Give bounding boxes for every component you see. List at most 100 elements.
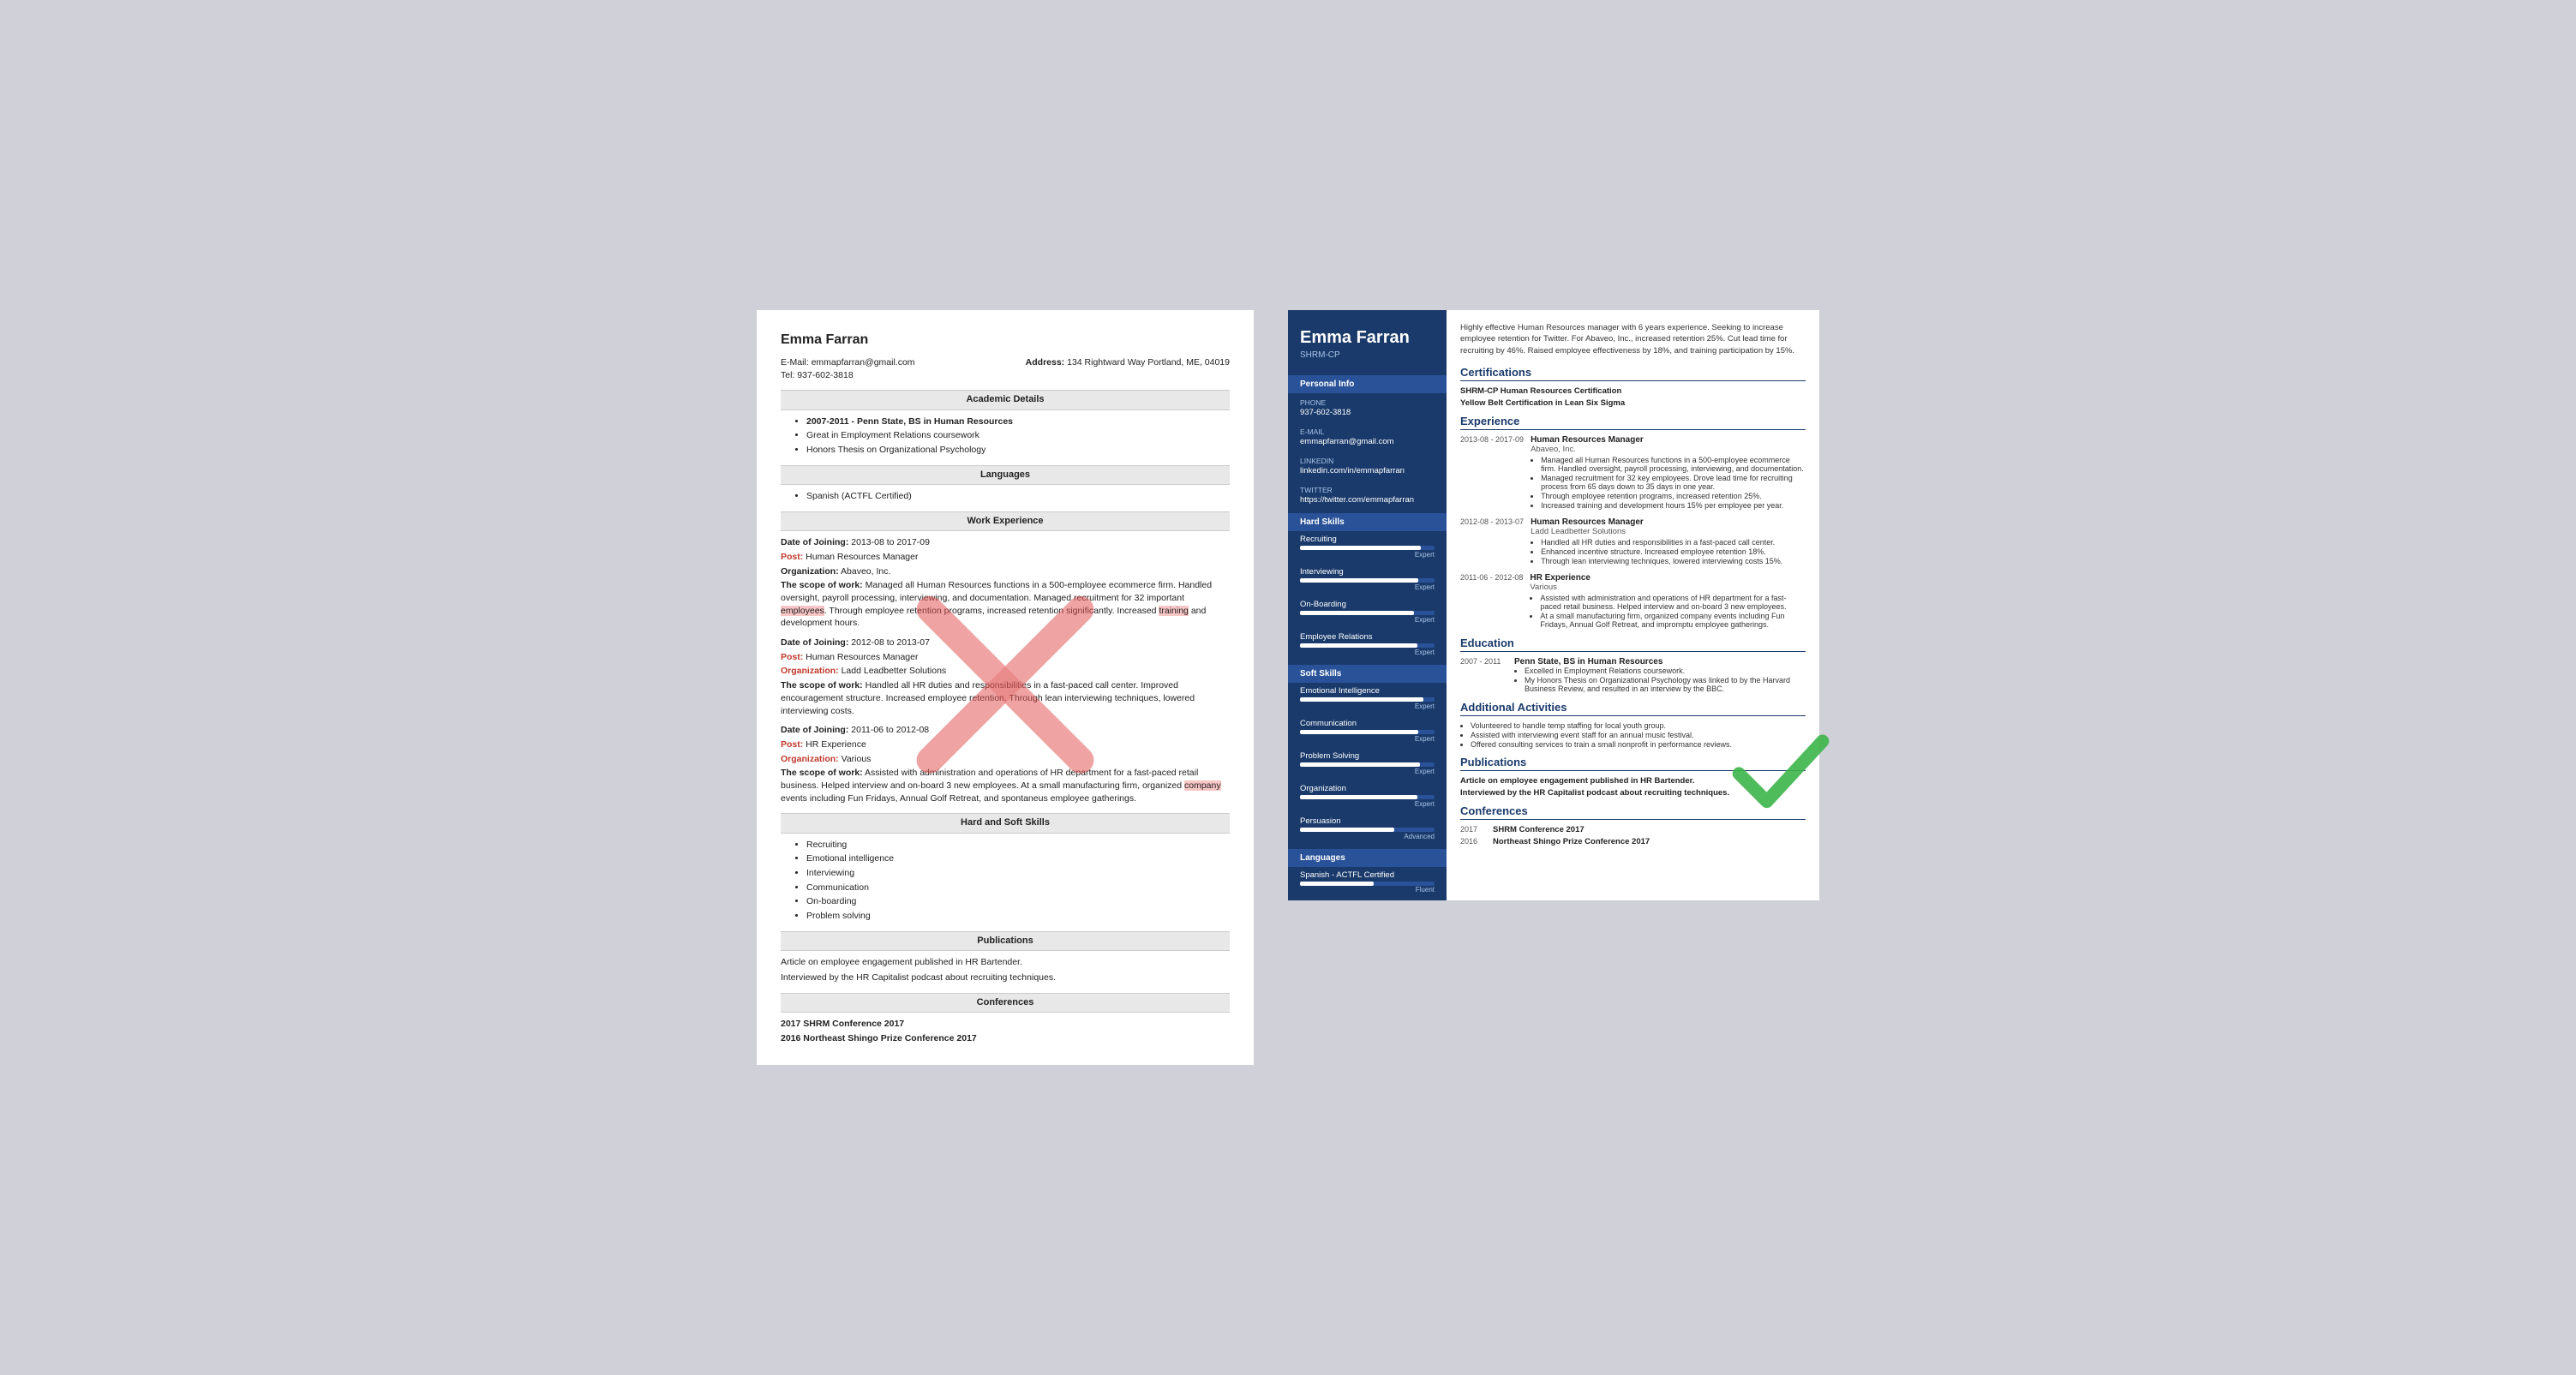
exp-org-1: Ladd Leadbetter Solutions bbox=[1531, 527, 1806, 536]
skill-employee-relations: Employee Relations Expert bbox=[1288, 629, 1447, 661]
exp-date-1: 2012-08 - 2013-07 bbox=[1460, 517, 1524, 566]
work-scope-1: The scope of work: Handled all HR duties… bbox=[781, 679, 1230, 717]
language-item-0: Spanish (ACTFL Certified) bbox=[806, 490, 1230, 503]
conf-0: 2017 SHRM Conference 2017 bbox=[781, 1018, 1230, 1031]
academic-item-2: Honors Thesis on Organizational Psycholo… bbox=[806, 444, 1230, 457]
conf-entry-1: 2016 Northeast Shingo Prize Conference 2… bbox=[1460, 837, 1806, 846]
right-name-section: Emma Farran SHRM-CP bbox=[1288, 310, 1447, 372]
skill-1: Emotional intelligence bbox=[806, 852, 1230, 865]
exp-bullet-0-2: Through employee retention programs, inc… bbox=[1541, 492, 1806, 500]
left-name-block: Emma Farran bbox=[781, 331, 1230, 350]
skill-emotional-intel: Emotional Intelligence Expert bbox=[1288, 683, 1447, 715]
twitter-block: Twitter https://twitter.com/emmapfarran bbox=[1288, 481, 1447, 510]
exp-detail-0: Human Resources Manager Abaveo, Inc. Man… bbox=[1531, 435, 1806, 511]
address-val: 134 Rightward Way Portland, ME, 04019 bbox=[1067, 357, 1230, 368]
exp-date-0: 2013-08 - 2017-09 bbox=[1460, 435, 1524, 511]
right-pub-0: Article on employee engagement published… bbox=[1460, 776, 1806, 786]
exp-bullet-0-0: Managed all Human Resources functions in… bbox=[1541, 456, 1806, 473]
work-entry-1: Date of Joining: 2012-08 to 2013-07 Post… bbox=[781, 637, 1230, 717]
skill-organization: Organization Expert bbox=[1288, 780, 1447, 813]
resume-right: Emma Farran SHRM-CP Personal Info Phone … bbox=[1288, 310, 1819, 900]
exp-date-2: 2011-06 - 2012-08 bbox=[1460, 573, 1523, 630]
skill-0: Recruiting bbox=[806, 839, 1230, 852]
exp-bullet-1-0: Handled all HR duties and responsibiliti… bbox=[1541, 538, 1806, 547]
tel-label: Tel: bbox=[781, 370, 794, 380]
academic-item-0: 2007-2011 - Penn State, BS in Human Reso… bbox=[806, 415, 1230, 428]
address-label: Address: bbox=[1026, 357, 1065, 368]
academic-header: Academic Details bbox=[781, 390, 1230, 410]
skill-persuasion: Persuasion Advanced bbox=[1288, 813, 1447, 846]
languages-list: Spanish (ACTFL Certified) bbox=[806, 490, 1230, 503]
exp-bullet-2-1: At a small manufacturing firm, organized… bbox=[1540, 612, 1806, 629]
skill-onboarding: On-Boarding Expert bbox=[1288, 596, 1447, 629]
conf-name-1: Northeast Shingo Prize Conference 2017 bbox=[1493, 837, 1650, 846]
work-scope-0: The scope of work: Managed all Human Res… bbox=[781, 579, 1230, 630]
skill-2: Interviewing bbox=[806, 867, 1230, 880]
education-title: Education bbox=[1460, 637, 1806, 652]
right-publications-title: Publications bbox=[1460, 756, 1806, 771]
exp-bullet-0-1: Managed recruitment for 32 key employees… bbox=[1541, 474, 1806, 491]
work-scope-2: The scope of work: Assisted with adminis… bbox=[781, 767, 1230, 804]
work-date-1: Date of Joining: 2012-08 to 2013-07 bbox=[781, 637, 1230, 649]
work-post-1: Post: Human Resources Manager bbox=[781, 651, 1230, 664]
conf-year-0: 2017 bbox=[1460, 825, 1486, 834]
work-date-2: Date of Joining: 2011-06 to 2012-08 bbox=[781, 724, 1230, 737]
phone-val: 937-602-3818 bbox=[1300, 408, 1435, 417]
work-date-0: Date of Joining: 2013-08 to 2017-09 bbox=[781, 536, 1230, 549]
exp-entry-0: 2013-08 - 2017-09 Human Resources Manage… bbox=[1460, 435, 1806, 511]
work-entry-2: Date of Joining: 2011-06 to 2012-08 Post… bbox=[781, 724, 1230, 804]
work-org-2: Organization: Various bbox=[781, 753, 1230, 766]
left-contact-right: Address: 134 Rightward Way Portland, ME,… bbox=[1026, 356, 1230, 381]
resume-left: Emma Farran E-Mail: emmapfarran@gmail.co… bbox=[757, 310, 1254, 1066]
exp-bullet-0-3: Increased training and development hours… bbox=[1541, 501, 1806, 510]
left-contact-row: E-Mail: emmapfarran@gmail.com Tel: 937-6… bbox=[781, 356, 1230, 381]
skill-communication: Communication Expert bbox=[1288, 715, 1447, 748]
exp-entry-2: 2011-06 - 2012-08 HR Experience Various … bbox=[1460, 573, 1806, 630]
edu-date-0: 2007 - 2011 bbox=[1460, 657, 1507, 694]
experience-title: Experience bbox=[1460, 415, 1806, 430]
work-post-2: Post: HR Experience bbox=[781, 738, 1230, 751]
exp-org-0: Abaveo, Inc. bbox=[1531, 445, 1806, 454]
cert-0: SHRM-CP Human Resources Certification bbox=[1460, 386, 1806, 396]
edu-title-0: Penn State, BS in Human Resources bbox=[1514, 657, 1806, 667]
twitter-val: https://twitter.com/emmapfarran bbox=[1300, 495, 1435, 505]
linkedin-block: LinkedIn linkedin.com/in/emmapfarran bbox=[1288, 451, 1447, 481]
skill-4: On-boarding bbox=[806, 895, 1230, 908]
edu-bullet-0-0: Excelled in Employment Relations coursew… bbox=[1525, 667, 1806, 675]
hard-skills-label: Hard Skills bbox=[1288, 513, 1447, 531]
right-credential: SHRM-CP bbox=[1300, 350, 1435, 360]
exp-bullets-0: Managed all Human Resources functions in… bbox=[1541, 456, 1806, 510]
exp-title-2: HR Experience bbox=[1530, 573, 1806, 583]
exp-bullet-1-2: Through lean interviewing techniques, lo… bbox=[1541, 557, 1806, 565]
work-post-0: Post: Human Resources Manager bbox=[781, 551, 1230, 564]
certifications-title: Certifications bbox=[1460, 366, 1806, 381]
twitter-label: Twitter bbox=[1300, 486, 1435, 494]
exp-bullet-1-1: Enhanced incentive structure. Increased … bbox=[1541, 547, 1806, 556]
right-summary: Highly effective Human Resources manager… bbox=[1460, 322, 1806, 357]
exp-bullets-2: Assisted with administration and operati… bbox=[1540, 594, 1806, 629]
conf-name-0: SHRM Conference 2017 bbox=[1493, 825, 1585, 834]
pub-text-1: Article on employee engagement published… bbox=[781, 956, 1230, 969]
exp-entry-1: 2012-08 - 2013-07 Human Resources Manage… bbox=[1460, 517, 1806, 566]
left-contact-left: E-Mail: emmapfarran@gmail.com Tel: 937-6… bbox=[781, 356, 915, 381]
languages-label: Languages bbox=[1288, 849, 1447, 867]
conf-1: 2016 Northeast Shingo Prize Conference 2… bbox=[781, 1032, 1230, 1045]
skill-3: Communication bbox=[806, 882, 1230, 894]
skills-list: Recruiting Emotional intelligence Interv… bbox=[806, 839, 1230, 923]
left-name: Emma Farran bbox=[781, 331, 1230, 350]
skills-header: Hard and Soft Skills bbox=[781, 813, 1230, 833]
exp-title-0: Human Resources Manager bbox=[1531, 435, 1806, 445]
languages-header: Languages bbox=[781, 465, 1230, 485]
work-entry-0: Date of Joining: 2013-08 to 2017-09 Post… bbox=[781, 536, 1230, 630]
academic-strong: 2007-2011 - Penn State, BS in Human Reso… bbox=[806, 416, 1013, 427]
cert-1: Yellow Belt Certification in Lean Six Si… bbox=[1460, 398, 1806, 408]
academic-item-1: Great in Employment Relations coursework bbox=[806, 429, 1230, 442]
exp-bullets-1: Handled all HR duties and responsibiliti… bbox=[1541, 538, 1806, 565]
email-val: emmapfarran@gmail.com bbox=[812, 357, 915, 368]
academic-list: 2007-2011 - Penn State, BS in Human Reso… bbox=[806, 415, 1230, 457]
skill-problem-solving: Problem Solving Expert bbox=[1288, 748, 1447, 780]
skill-interviewing: Interviewing Expert bbox=[1288, 564, 1447, 596]
edu-bullet-0-1: My Honors Thesis on Organizational Psych… bbox=[1525, 676, 1806, 693]
exp-org-2: Various bbox=[1530, 583, 1806, 592]
email-block: E-mail emmapfarran@gmail.com bbox=[1288, 422, 1447, 451]
